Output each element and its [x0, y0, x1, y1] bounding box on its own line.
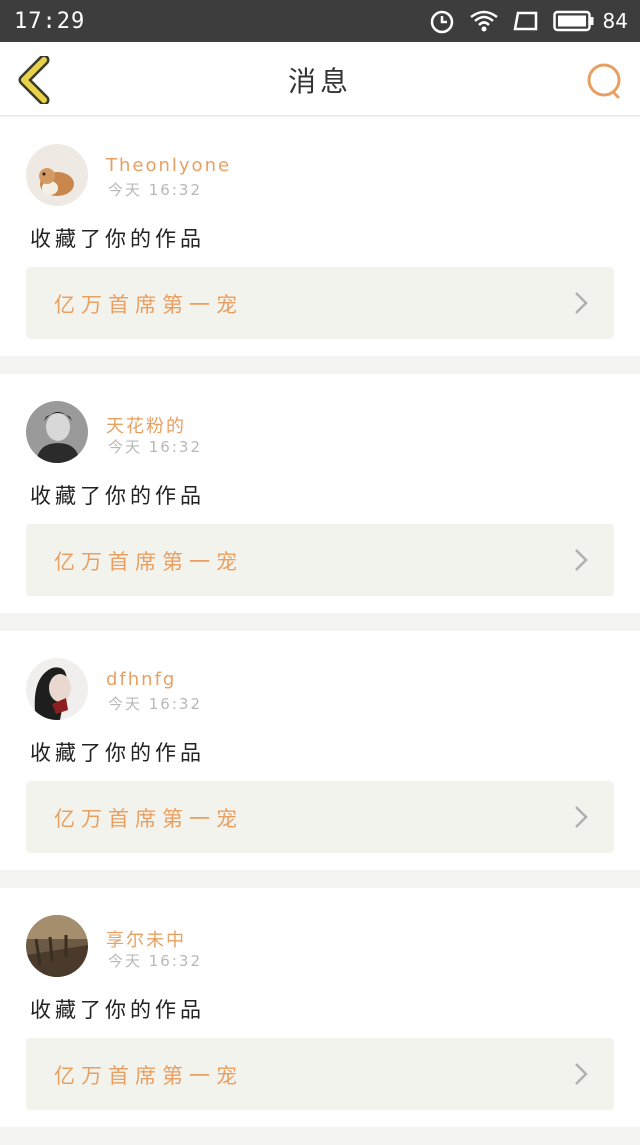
action-text: 收藏了你的作品: [30, 998, 205, 1022]
status-time: 17:29: [14, 8, 86, 34]
message-card: 享尔未中 今天 16:32 收藏了你的作品 亿万首席第一宠: [0, 888, 640, 1127]
message-list: Theonlyone 今天 16:32 收藏了你的作品 亿万首席第一宠 天花粉的…: [0, 117, 640, 1145]
work-title: 亿万首席第一宠: [54, 293, 243, 317]
page-title: 消息: [287, 65, 352, 98]
search-button[interactable]: [584, 60, 624, 100]
chevron-right-icon: [575, 806, 588, 828]
work-title: 亿万首席第一宠: [54, 550, 243, 574]
work-link[interactable]: 亿万首席第一宠: [26, 1038, 614, 1110]
hamster-avatar[interactable]: [26, 144, 88, 206]
status-icons: 84: [429, 8, 628, 34]
action-text: 收藏了你的作品: [30, 741, 205, 765]
alarm-icon: [429, 8, 455, 34]
work-link[interactable]: 亿万首席第一宠: [26, 781, 614, 853]
action-text: 收藏了你的作品: [30, 227, 205, 251]
username[interactable]: 享尔未中: [106, 926, 186, 952]
message-card: 天花粉的 今天 16:32 收藏了你的作品 亿万首席第一宠: [0, 374, 640, 613]
timestamp: 今天 16:32: [108, 695, 202, 713]
status-bar: 17:29 84: [0, 0, 640, 42]
work-link[interactable]: 亿万首席第一宠: [26, 267, 614, 339]
woman-portrait-avatar[interactable]: [26, 658, 88, 720]
username[interactable]: 天花粉的: [106, 412, 186, 438]
username[interactable]: Theonlyone: [106, 155, 231, 176]
battery-percent: 84: [602, 9, 628, 33]
message-card: dfhnfg 今天 16:32 收藏了你的作品 亿万首席第一宠: [0, 631, 640, 870]
timestamp: 今天 16:32: [108, 438, 202, 456]
search-icon: [587, 63, 621, 99]
work-title: 亿万首席第一宠: [54, 1064, 243, 1088]
chevron-right-icon: [575, 1063, 588, 1085]
message-card: Theonlyone 今天 16:32 收藏了你的作品 亿万首席第一宠: [0, 117, 640, 356]
chevron-right-icon: [575, 292, 588, 314]
scenery-avatar[interactable]: [26, 915, 88, 977]
timestamp: 今天 16:32: [108, 952, 202, 970]
signal-icon: [513, 10, 539, 32]
man-portrait-avatar[interactable]: [26, 401, 88, 463]
work-title: 亿万首席第一宠: [54, 807, 243, 831]
username[interactable]: dfhnfg: [106, 669, 176, 690]
action-text: 收藏了你的作品: [30, 484, 205, 508]
chevron-right-icon: [575, 549, 588, 571]
work-link[interactable]: 亿万首席第一宠: [26, 524, 614, 596]
wifi-icon: [469, 9, 499, 33]
battery-icon: [552, 10, 595, 32]
header: 消息: [0, 42, 640, 116]
timestamp: 今天 16:32: [108, 181, 202, 199]
